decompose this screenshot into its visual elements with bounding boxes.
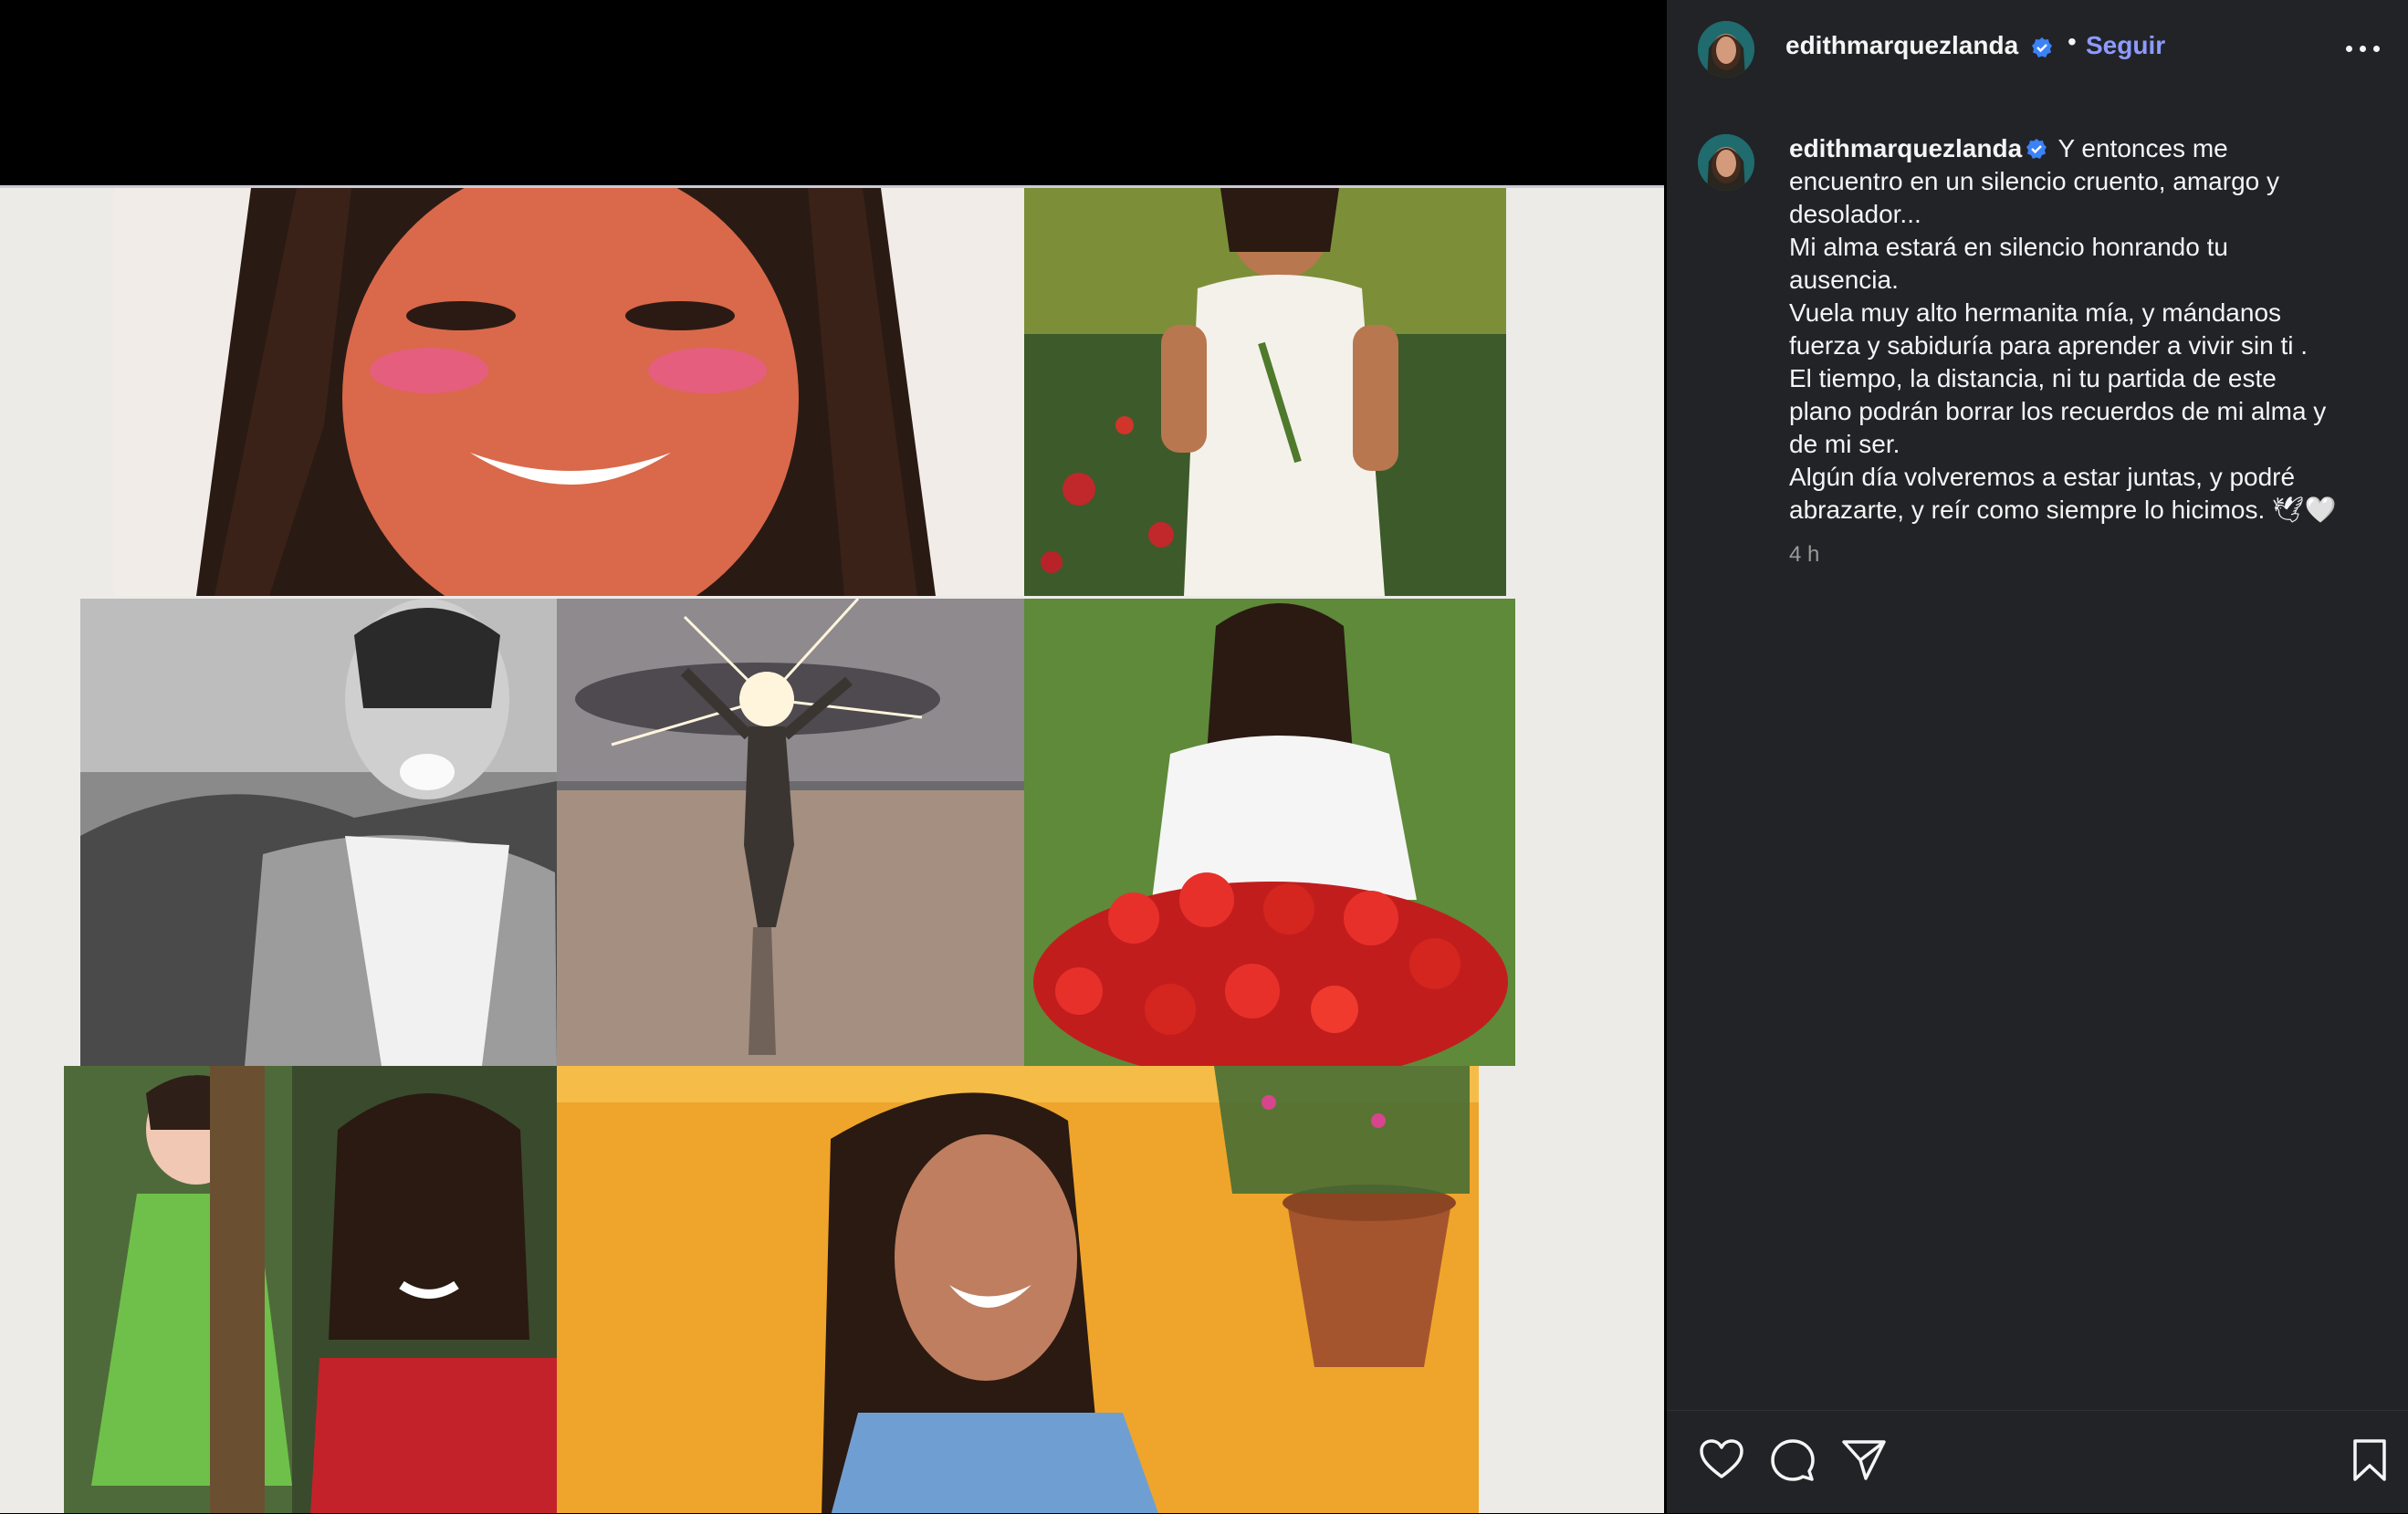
photo-collage <box>0 185 1664 1513</box>
collage-photo-yellow-wall <box>557 1066 1479 1513</box>
separator-dot: • <box>2068 27 2077 56</box>
collage-photo-sunset <box>557 599 1024 1066</box>
caption-username-link[interactable]: edithmarquezlanda <box>1789 134 2022 162</box>
post-caption: edithmarquezlanda Y entonces me encuentr… <box>1789 132 2373 527</box>
collage-photo-portrait <box>114 188 1024 596</box>
caption-text: abrazarte, y reír como siempre lo hicimo… <box>1789 496 2337 524</box>
follow-button[interactable]: Seguir <box>2086 31 2165 60</box>
comment-icon[interactable] <box>1769 1436 1816 1484</box>
collage-photo-bw <box>80 599 557 1066</box>
caption-text: plano podrán borrar los recuerdos de mi … <box>1789 397 2327 425</box>
post-side-panel: edithmarquezlanda • Seguir edithmarquezl… <box>1667 0 2408 1513</box>
caption-text: ausencia. <box>1789 266 1899 294</box>
verified-badge-icon <box>2031 37 2053 58</box>
share-icon[interactable] <box>1840 1436 1888 1484</box>
post-media[interactable] <box>0 0 1667 1513</box>
avatar[interactable] <box>1698 21 1754 78</box>
caption-text: encuentro en un silencio cruento, amargo… <box>1789 167 2279 195</box>
more-options-icon[interactable] <box>2342 33 2384 64</box>
caption-first-line: edithmarquezlanda Y entonces me <box>1789 132 2373 165</box>
collage-photo-garden <box>1024 188 1506 596</box>
post-header: edithmarquezlanda • Seguir <box>1667 0 2408 99</box>
caption-text: Mi alma estará en silencio honrando tu <box>1789 233 2228 261</box>
caption-avatar[interactable] <box>1698 134 1754 191</box>
post-actions-bar <box>1667 1410 2408 1514</box>
caption-text: El tiempo, la distancia, ni tu partida d… <box>1789 364 2277 392</box>
caption-text: Vuela muy alto hermanita mía, y mándanos <box>1789 298 2282 327</box>
bookmark-icon[interactable] <box>2346 1436 2393 1484</box>
heart-icon[interactable] <box>1698 1436 1745 1484</box>
caption-text: de mi ser. <box>1789 430 1900 458</box>
verified-badge-icon <box>2026 138 2047 160</box>
caption-text: Y entonces me <box>2057 134 2228 162</box>
post-timestamp[interactable]: 4 h <box>1789 542 1819 568</box>
collage-photo-roses <box>1024 599 1515 1066</box>
caption-text: fuerza y sabiduría para aprender a vivir… <box>1789 331 2309 360</box>
username-link[interactable]: edithmarquezlanda <box>1785 31 2018 60</box>
caption-text: desolador... <box>1789 200 1921 228</box>
caption-text: Algún día volveremos a estar juntas, y p… <box>1789 463 2296 491</box>
collage-photo-child <box>64 1066 557 1513</box>
